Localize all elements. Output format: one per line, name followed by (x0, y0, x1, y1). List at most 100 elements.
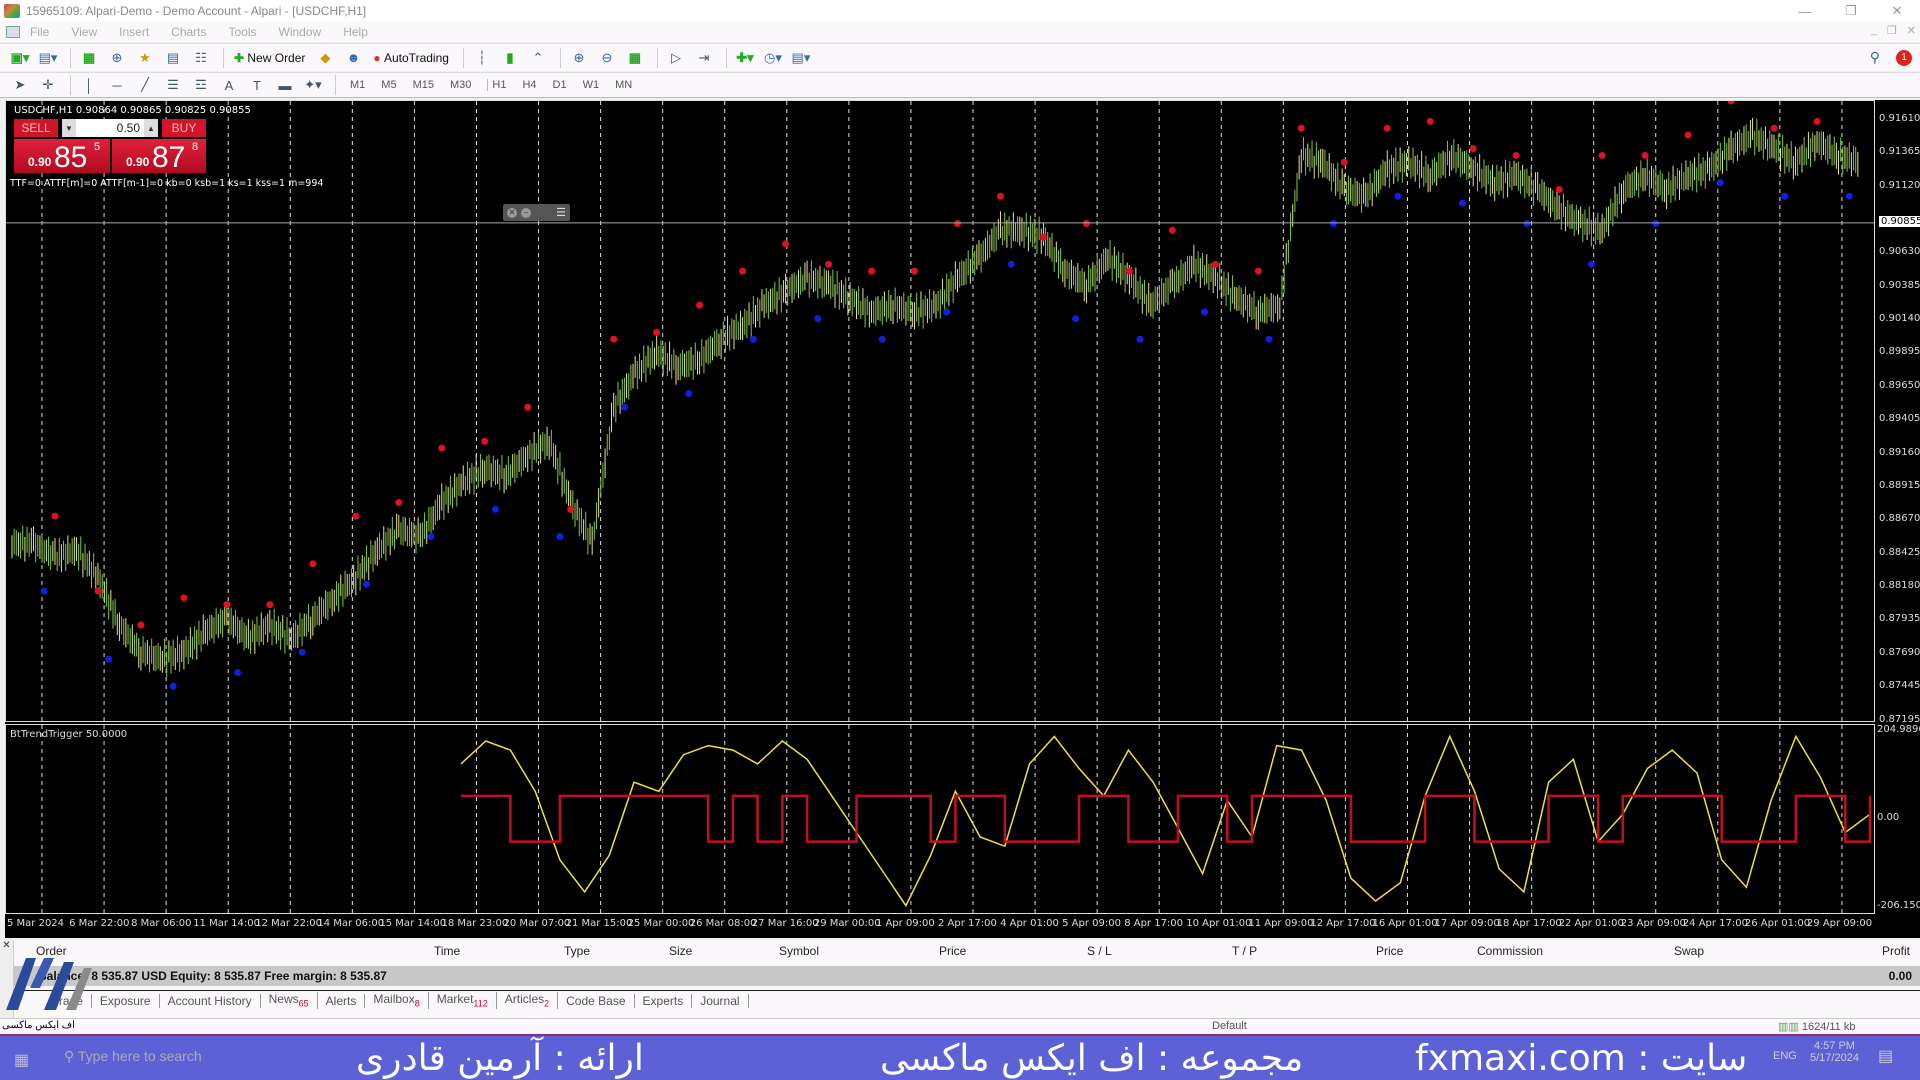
terminal-tab-experts[interactable]: Experts (635, 993, 693, 1008)
col-symbol[interactable]: Symbol (779, 944, 819, 958)
taskbar-search[interactable]: ⚲ Type here to search (64, 1048, 202, 1065)
signals-icon[interactable]: ☻ (341, 47, 365, 69)
terminal-tab-journal[interactable]: Journal (692, 993, 749, 1008)
cursor-icon[interactable]: ➤ (8, 74, 32, 96)
time-axis[interactable]: 5 Mar 2024 6 Mar 22:00 8 Mar 06:00 11 Mar 1… (5, 914, 1875, 938)
lot-size-input[interactable]: ▼ 0.50 ▲ (62, 119, 158, 137)
mdi-close-button[interactable]: ✕ (1907, 24, 1916, 37)
windows-start-icon[interactable]: ▦ (14, 1050, 32, 1069)
terminal-tab-news[interactable]: News65 (261, 992, 318, 1009)
new-chart-icon[interactable]: ▣▾ (8, 47, 32, 69)
indicators-icon[interactable]: ✚▾ (733, 47, 757, 69)
sell-price-button[interactable]: 0.90 85 5 (14, 139, 110, 173)
clock[interactable]: 4:57 PM 5/17/2024 (1810, 1040, 1859, 1064)
terminal-tab-articles[interactable]: Articles2 (497, 992, 559, 1009)
strategy-tester-icon[interactable]: ☷ (189, 47, 213, 69)
price-axis[interactable]: 0.91610 0.91365 0.91120 0.90855 0.90630 0.903… (1875, 100, 1920, 725)
text-label-icon[interactable]: T (245, 74, 269, 96)
new-order-button[interactable]: ✚ New Order (230, 47, 309, 69)
timeframe-h4[interactable]: H4 (522, 79, 536, 91)
navigator-icon[interactable]: ★ (133, 47, 157, 69)
zoom-out-icon[interactable]: ⊖ (595, 47, 619, 69)
col-price[interactable]: Price (939, 944, 966, 958)
chart-shift-icon[interactable]: ⇥ (692, 47, 716, 69)
menu-charts[interactable]: Charts (171, 25, 206, 39)
periods-icon[interactable]: ◷▾ (761, 47, 785, 69)
terminal-tab-account-history[interactable]: Account History (160, 993, 261, 1008)
timeframe-m5[interactable]: M5 (381, 79, 396, 91)
buy-button[interactable]: BUY (162, 119, 206, 137)
terminal-tab-market[interactable]: Market112 (429, 992, 497, 1009)
text-icon[interactable]: A (217, 74, 241, 96)
data-window-icon[interactable]: ⊕ (105, 47, 129, 69)
trendline-icon[interactable]: ╱ (133, 74, 157, 96)
col-sl[interactable]: S / L (1087, 944, 1112, 958)
panel-menu-icon[interactable]: ☰ (556, 206, 566, 219)
mdi-minimize-button[interactable]: _ (1871, 24, 1877, 37)
candlestick-icon[interactable]: ▮ (498, 47, 522, 69)
mdi-restore-button[interactable]: ❐ (1887, 24, 1897, 37)
equidistant-channel-icon[interactable]: ☰ (161, 74, 185, 96)
profiles-icon[interactable]: ▤▾ (36, 47, 60, 69)
timeframe-d1[interactable]: D1 (553, 79, 567, 91)
tile-windows-icon[interactable]: ▦ (623, 47, 647, 69)
metaeditor-icon[interactable]: ◆ (313, 47, 337, 69)
chart-window-icon[interactable] (6, 26, 20, 38)
lot-size-value[interactable]: 0.50 (76, 121, 144, 135)
chart-window[interactable]: USDCHF,H1 0.90864 0.90865 0.90825 0.9085… (5, 100, 1920, 938)
menu-tools[interactable]: Tools (229, 25, 257, 39)
indicator-chart[interactable]: BtTrendTrigger 50.0000 (5, 724, 1875, 914)
action-center-icon[interactable]: ▤ (1878, 1046, 1893, 1066)
panel-minimize-icon[interactable]: – (521, 207, 531, 218)
restore-button[interactable]: ❐ (1828, 0, 1874, 22)
terminal-tab-alerts[interactable]: Alerts (318, 993, 366, 1008)
minimize-button[interactable]: — (1782, 0, 1828, 22)
zoom-in-icon[interactable]: ⊕ (567, 47, 591, 69)
terminal-tab-exposure[interactable]: Exposure (92, 993, 160, 1008)
lot-decrease-button[interactable]: ▼ (62, 119, 76, 137)
buy-price-button[interactable]: 0.90 87 8 (112, 139, 206, 173)
col-tp[interactable]: T / P (1232, 944, 1257, 958)
autotrading-button[interactable]: ● AutoTrading (369, 47, 453, 69)
templates-icon[interactable]: ▤▾ (789, 47, 813, 69)
auto-scroll-icon[interactable]: ▷ (664, 47, 688, 69)
close-button[interactable]: ✕ (1874, 0, 1920, 22)
fibonacci-icon[interactable]: ☲ (189, 74, 213, 96)
timeframe-mn[interactable]: MN (615, 79, 632, 91)
lot-increase-button[interactable]: ▲ (144, 119, 158, 137)
price-chart[interactable]: USDCHF,H1 0.90864 0.90865 0.90825 0.9085… (5, 100, 1875, 722)
crosshair-icon[interactable]: ✛ (36, 74, 60, 96)
line-chart-icon[interactable]: ⌃ (526, 47, 550, 69)
menu-view[interactable]: View (71, 25, 97, 39)
market-watch-icon[interactable]: ▦ (77, 47, 101, 69)
rectangle-icon[interactable]: ▬ (273, 74, 297, 96)
bar-chart-icon[interactable]: ┆ (470, 47, 494, 69)
vertical-line-icon[interactable]: │ (77, 74, 101, 96)
language-indicator[interactable]: ENG (1773, 1050, 1797, 1062)
menu-window[interactable]: Window (279, 25, 322, 39)
col-type[interactable]: Type (564, 944, 590, 958)
notification-badge[interactable]: 1 (1896, 49, 1912, 66)
menu-insert[interactable]: Insert (119, 25, 149, 39)
timeframe-m1[interactable]: M1 (350, 79, 365, 91)
col-size[interactable]: Size (669, 944, 692, 958)
timeframe-m30[interactable]: M30 (450, 79, 471, 91)
search-icon[interactable]: ⚲ (1870, 49, 1880, 66)
timeframe-h1[interactable]: H1 (487, 79, 506, 91)
terminal-tab-mailbox[interactable]: Mailbox8 (365, 992, 429, 1009)
timeframe-m15[interactable]: M15 (413, 79, 434, 91)
col-profit[interactable]: Profit (1882, 944, 1910, 958)
arrows-icon[interactable]: ✦▾ (301, 74, 325, 96)
col-time[interactable]: Time (434, 944, 460, 958)
horizontal-line-icon[interactable]: ─ (105, 74, 129, 96)
col-commission[interactable]: Commission (1477, 944, 1543, 958)
col-swap[interactable]: Swap (1674, 944, 1704, 958)
menu-file[interactable]: File (30, 25, 49, 39)
menu-help[interactable]: Help (343, 25, 368, 39)
terminal-icon[interactable]: ▤ (161, 47, 185, 69)
panel-close-icon[interactable]: ✕ (507, 207, 517, 218)
timeframe-w1[interactable]: W1 (583, 79, 600, 91)
col-current-price[interactable]: Price (1376, 944, 1403, 958)
terminal-tab-code-base[interactable]: Code Base (558, 993, 635, 1008)
sell-button[interactable]: SELL (14, 119, 58, 137)
